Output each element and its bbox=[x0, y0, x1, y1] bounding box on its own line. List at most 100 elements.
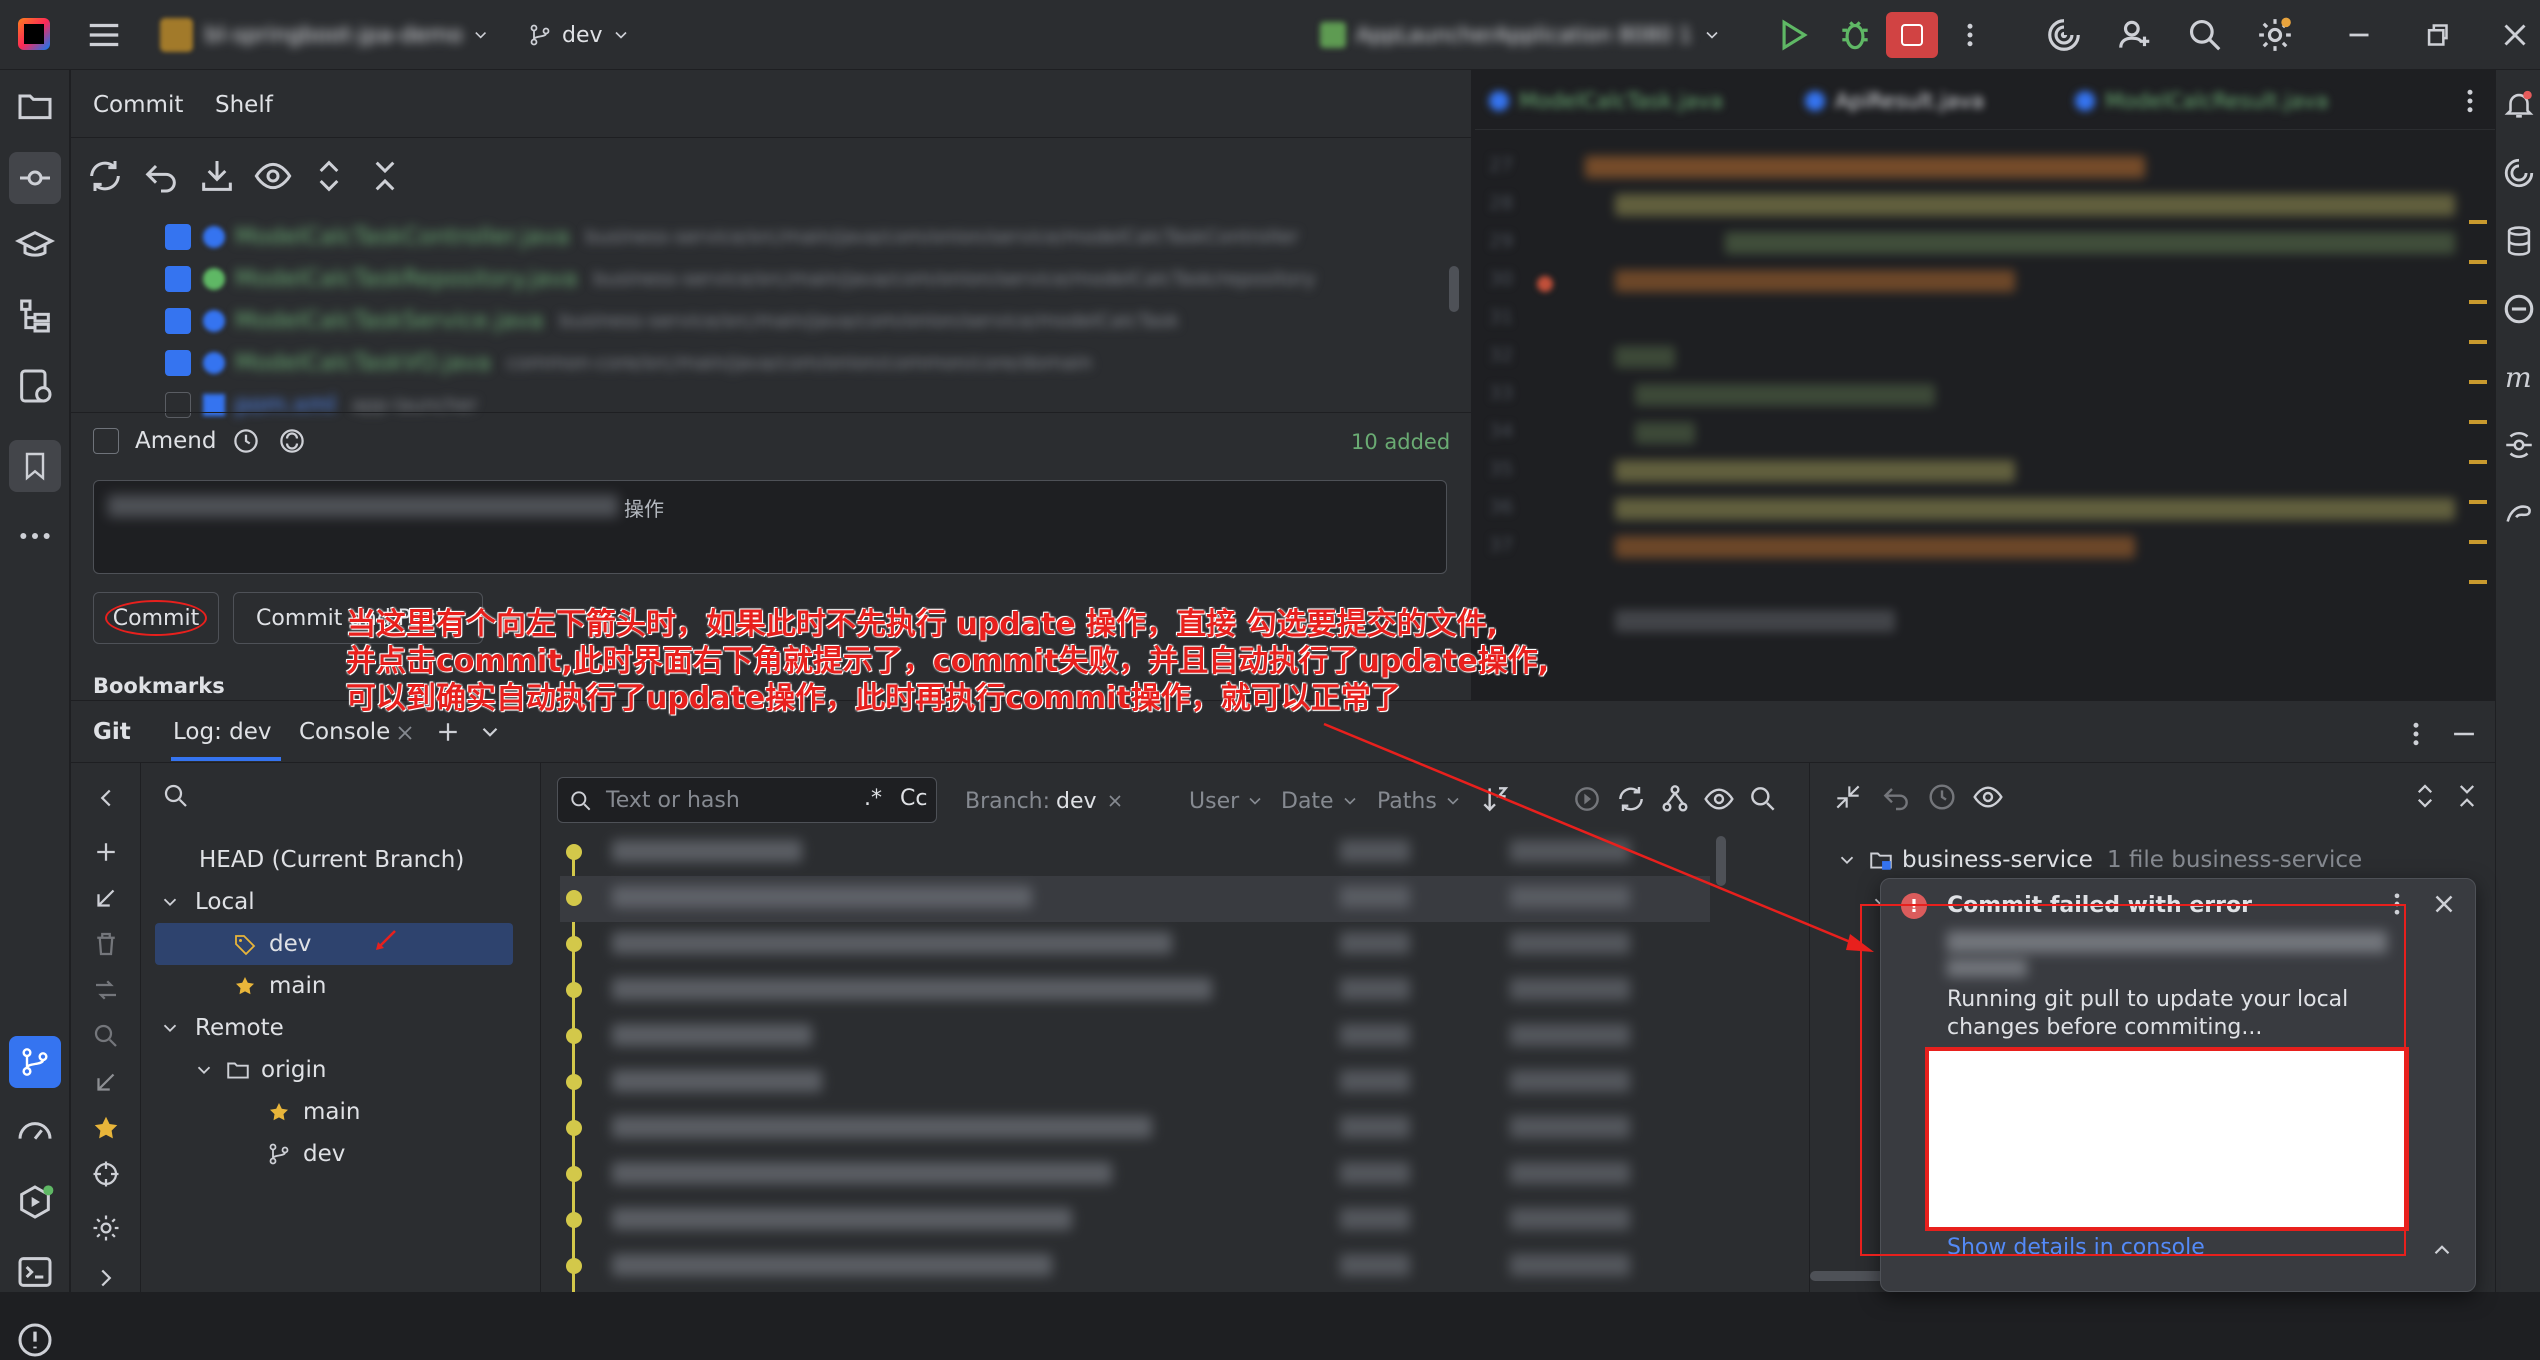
chevron-down-icon[interactable] bbox=[477, 719, 503, 745]
eye-icon[interactable] bbox=[253, 156, 293, 196]
collapse-left-icon[interactable] bbox=[91, 783, 121, 813]
main-menu-icon[interactable] bbox=[85, 16, 123, 54]
update-selected-icon[interactable] bbox=[91, 883, 121, 913]
profiler-icon[interactable] bbox=[15, 1112, 55, 1152]
chevron-up-icon[interactable] bbox=[2429, 1237, 2455, 1263]
debug-icon[interactable] bbox=[1836, 16, 1874, 54]
services-icon[interactable] bbox=[15, 366, 55, 406]
tab-shelf[interactable]: Shelf bbox=[215, 92, 273, 118]
checkbox-checked[interactable] bbox=[165, 224, 191, 250]
amend-checkbox[interactable] bbox=[93, 428, 119, 454]
copilot-icon[interactable] bbox=[2502, 292, 2536, 326]
commit-row[interactable] bbox=[560, 1244, 1710, 1290]
delete-branch-icon[interactable] bbox=[91, 929, 121, 959]
ai-commit-message-icon[interactable] bbox=[277, 426, 307, 456]
file-row[interactable]: ModelCalcTaskController.java business-se… bbox=[165, 216, 1299, 258]
settings-gear-icon[interactable] bbox=[91, 1213, 121, 1243]
rollback-icon[interactable] bbox=[141, 156, 181, 196]
commit-tool-button[interactable] bbox=[9, 152, 61, 204]
structure-icon[interactable] bbox=[15, 296, 55, 336]
collapse-all-icon[interactable] bbox=[365, 156, 405, 196]
file-row[interactable]: ModelCalcTaskService.java business-servi… bbox=[165, 300, 1179, 342]
more-vertical-icon[interactable] bbox=[1955, 16, 1985, 54]
commit-row[interactable] bbox=[560, 968, 1710, 1014]
favorite-star-icon[interactable] bbox=[91, 1113, 121, 1143]
fetch-icon[interactable] bbox=[91, 1067, 121, 1097]
collapse-all-icon[interactable] bbox=[2452, 781, 2482, 811]
run-icon[interactable] bbox=[1773, 16, 1811, 54]
expand-all-icon[interactable] bbox=[2410, 781, 2440, 811]
learn-icon[interactable] bbox=[15, 226, 55, 266]
search-branch-icon[interactable] bbox=[91, 1021, 121, 1051]
remote-branch-dev[interactable]: dev bbox=[267, 1133, 345, 1175]
notifications-icon[interactable] bbox=[2502, 88, 2536, 122]
run-config-selector[interactable]: AppLauncherApplication 8080 1 bbox=[1320, 14, 1750, 56]
bookmarks-tool-button[interactable] bbox=[9, 440, 61, 492]
checkbox-checked[interactable] bbox=[165, 266, 191, 292]
terminal-icon[interactable] bbox=[15, 1252, 55, 1292]
user-filter[interactable]: User bbox=[1189, 785, 1265, 817]
editor-tab[interactable]: ModelCalcTask.java bbox=[1489, 86, 1779, 116]
tab-commit[interactable]: Commit bbox=[93, 92, 183, 118]
branch-selector[interactable]: dev bbox=[528, 14, 638, 56]
selected-branch-row[interactable] bbox=[155, 923, 513, 965]
run-services-icon[interactable] bbox=[15, 1182, 55, 1222]
remote-branch-main[interactable]: main bbox=[267, 1091, 360, 1133]
branch-item-dev[interactable]: dev bbox=[233, 923, 311, 965]
new-branch-icon[interactable] bbox=[91, 837, 121, 867]
expand-all-icon[interactable] bbox=[309, 156, 349, 196]
navigate-log-icon[interactable] bbox=[91, 1159, 121, 1189]
commit-row[interactable] bbox=[560, 1152, 1710, 1198]
commit-row[interactable] bbox=[560, 1014, 1710, 1060]
history-icon[interactable] bbox=[1926, 781, 1958, 813]
add-user-icon[interactable] bbox=[2116, 16, 2154, 54]
local-group-row[interactable]: Local bbox=[159, 881, 255, 923]
close-icon[interactable] bbox=[2429, 889, 2459, 919]
gradle-icon[interactable] bbox=[2502, 496, 2536, 530]
search-icon[interactable] bbox=[2186, 16, 2224, 54]
editor-tab[interactable]: ApiResult.java bbox=[1805, 86, 2055, 116]
file-row[interactable]: pom.xml app-launcher bbox=[165, 384, 477, 426]
branch-filter[interactable]: Branch: dev bbox=[965, 785, 1125, 817]
expand-right-icon[interactable] bbox=[91, 1263, 121, 1293]
add-tab-icon[interactable] bbox=[433, 717, 463, 747]
case-toggle[interactable]: Cc bbox=[900, 786, 927, 811]
tab-log-dev[interactable]: Log: dev bbox=[173, 719, 272, 745]
commit-message-input[interactable]: 操作 bbox=[93, 480, 1447, 574]
restore-icon[interactable] bbox=[2418, 16, 2456, 54]
database-icon[interactable] bbox=[2502, 224, 2536, 258]
remote-group-row[interactable]: Remote bbox=[159, 1007, 284, 1049]
info-icon[interactable] bbox=[15, 1320, 55, 1360]
checkbox-checked[interactable] bbox=[165, 350, 191, 376]
editor-tab[interactable]: ModelCalcResult.java bbox=[2075, 86, 2405, 116]
amend-label[interactable]: Amend bbox=[135, 428, 216, 454]
checkbox-checked[interactable] bbox=[165, 308, 191, 334]
more-vertical-icon[interactable] bbox=[2401, 717, 2431, 751]
stop-button[interactable] bbox=[1886, 12, 1938, 58]
search-icon[interactable] bbox=[161, 781, 191, 811]
update-project-icon[interactable] bbox=[197, 156, 237, 196]
history-icon[interactable] bbox=[231, 426, 261, 456]
close-window-icon[interactable] bbox=[2496, 16, 2534, 54]
breakpoint-marker[interactable] bbox=[1537, 276, 1553, 292]
eye-icon[interactable] bbox=[1972, 781, 2004, 813]
tab-console[interactable]: Console bbox=[299, 719, 390, 745]
commit-row[interactable] bbox=[560, 1060, 1710, 1106]
log-search-input[interactable]: Text or hash .* Cc bbox=[557, 777, 937, 823]
git-tool-button[interactable] bbox=[9, 1036, 61, 1088]
compare-icon[interactable] bbox=[91, 975, 121, 1005]
file-list-scrollbar[interactable] bbox=[1449, 266, 1459, 312]
head-branch-row[interactable]: HEAD (Current Branch) bbox=[199, 839, 464, 881]
more-tools-icon[interactable] bbox=[15, 516, 55, 556]
remote-origin-row[interactable]: origin bbox=[193, 1049, 327, 1091]
maven-icon[interactable]: m bbox=[2502, 360, 2536, 394]
minimize-icon[interactable] bbox=[2340, 16, 2378, 54]
settings-gear-icon[interactable] bbox=[2256, 16, 2294, 54]
revert-icon[interactable] bbox=[1880, 781, 1912, 813]
branch-item-main[interactable]: main bbox=[233, 965, 326, 1007]
project-folder-icon[interactable] bbox=[15, 86, 55, 126]
close-tab-icon[interactable] bbox=[393, 721, 417, 745]
file-row[interactable]: ModelCalcTaskRepository.java business-se… bbox=[165, 258, 1316, 300]
file-row[interactable]: ModelCalcTaskVO.java common-core/src/mai… bbox=[165, 342, 1092, 384]
tab-git[interactable]: Git bbox=[93, 719, 131, 745]
